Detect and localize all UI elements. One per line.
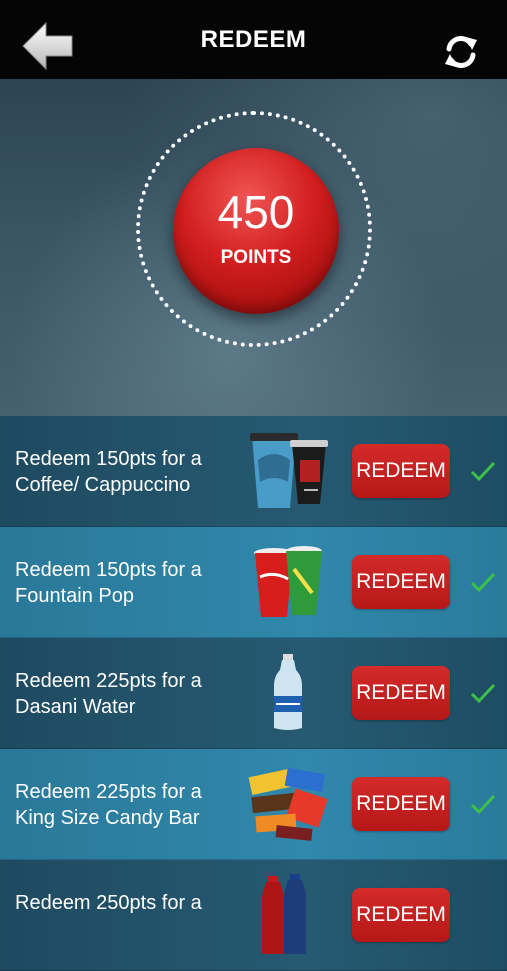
redeem-button[interactable]: REDEEM <box>352 555 450 609</box>
checkmark-icon <box>470 794 496 815</box>
reward-row-candy-bar: Redeem 225pts for a King Size Candy Bar … <box>0 749 507 860</box>
points-label: POINTS <box>220 247 292 268</box>
top-bar: REDEEM <box>0 0 507 79</box>
reward-description: Redeem 250pts for a <box>15 892 202 914</box>
rewards-list: Redeem 150pts for a Coffee/ Cappuccino R… <box>0 416 507 971</box>
back-arrow-icon[interactable] <box>20 20 76 72</box>
reward-description: Redeem 150pts for a Fountain Pop <box>15 559 202 607</box>
redeem-button[interactable]: REDEEM <box>352 888 450 942</box>
reward-description: Redeem 225pts for a King Size Candy Bar <box>15 781 202 829</box>
reward-row-water: Redeem 225pts for a Dasani Water REDEEM <box>0 638 507 749</box>
redeem-button[interactable]: REDEEM <box>352 444 450 498</box>
checkmark-icon <box>470 572 496 593</box>
reward-row-fountain-pop: Redeem 150pts for a Fountain Pop REDEEM <box>0 527 507 638</box>
refresh-icon[interactable] <box>441 32 481 72</box>
points-badge: 450 POINTS <box>173 148 339 314</box>
reward-row-soda-bottles: Redeem 250pts for a REDEEM <box>0 860 507 971</box>
soda-bottles-image <box>262 874 306 954</box>
redeem-button[interactable]: REDEEM <box>352 777 450 831</box>
water-bottle-image <box>274 654 302 730</box>
fountain-pop-cups-image <box>254 546 322 617</box>
page-title: REDEEM <box>200 25 307 53</box>
reward-description: Redeem 225pts for a Dasani Water <box>15 670 202 718</box>
reward-description: Redeem 150pts for a Coffee/ Cappuccino <box>15 448 202 496</box>
points-value: 450 <box>217 186 295 238</box>
redeem-button[interactable]: REDEEM <box>352 666 450 720</box>
points-hero: 450 POINTS <box>0 79 507 416</box>
candy-bars-image <box>248 767 328 841</box>
coffee-cups-image <box>250 433 328 508</box>
checkmark-icon <box>470 683 496 704</box>
checkmark-icon <box>470 461 496 482</box>
reward-row-coffee: Redeem 150pts for a Coffee/ Cappuccino R… <box>0 416 507 527</box>
